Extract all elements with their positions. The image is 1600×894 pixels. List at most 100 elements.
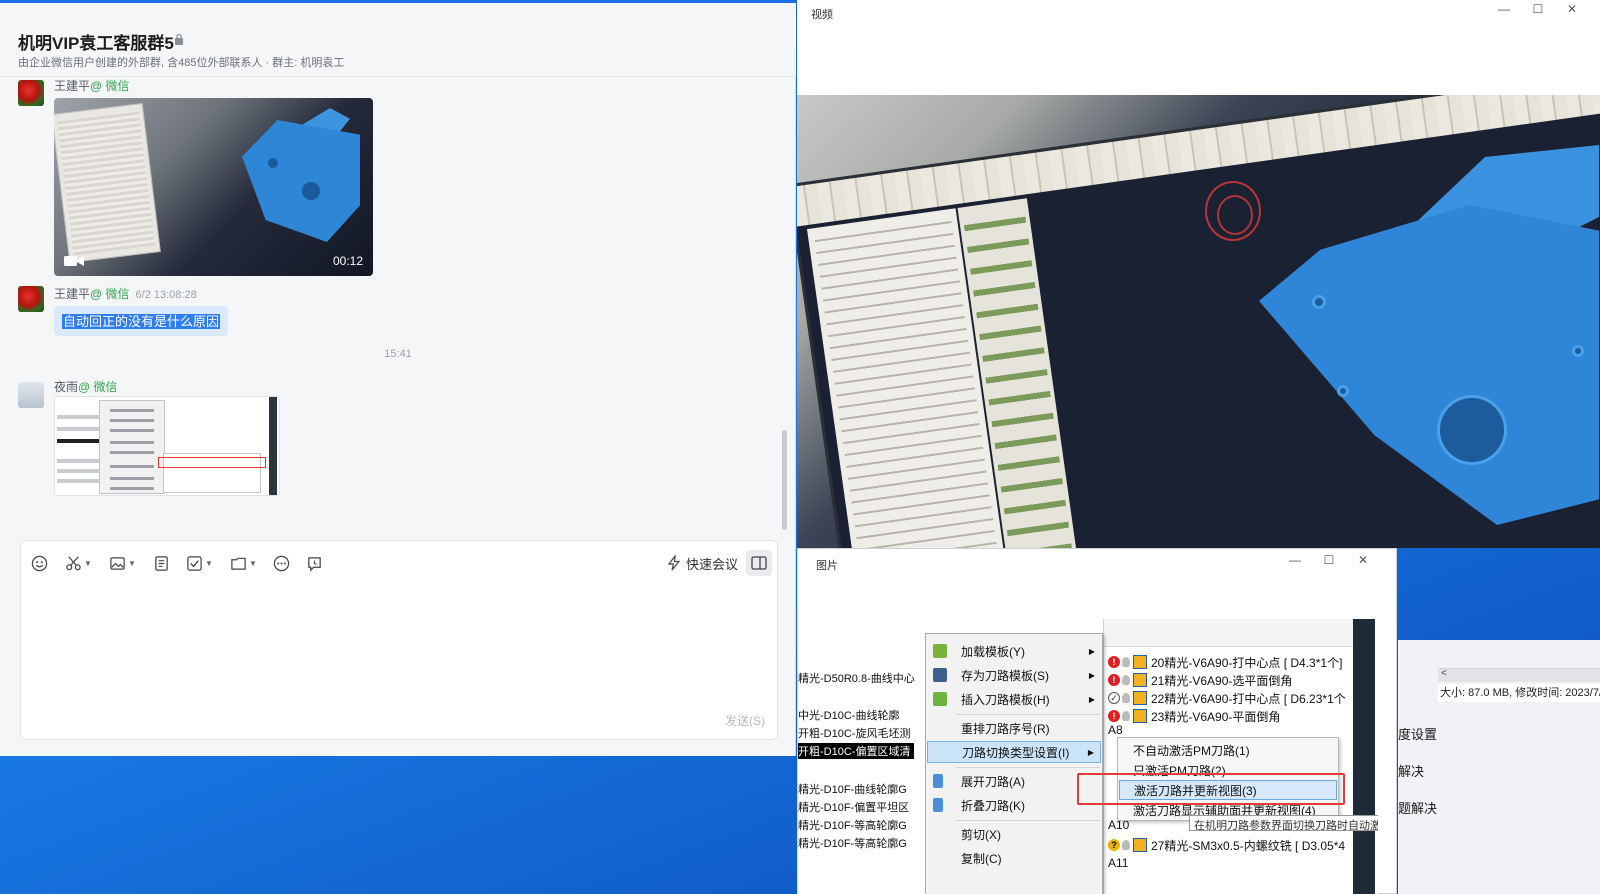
- avatar[interactable]: [18, 382, 44, 408]
- red-highlight-box: [1077, 773, 1345, 805]
- scroll-left-arrow[interactable]: <: [1441, 668, 1447, 679]
- thumb-dark-strip: [269, 397, 277, 495]
- image-content[interactable]: 精光-D50R0.8-曲线中心 中光-D10C-曲线轮廓 开粗-D10C-旋风毛…: [798, 619, 1378, 894]
- menu-item-save-template[interactable]: 存为刀路模板(S) ▶: [927, 664, 1101, 686]
- send-button[interactable]: 发送(S): [725, 712, 765, 729]
- document-button[interactable]: [153, 551, 170, 575]
- submenu-item[interactable]: 不自动激活PM刀路(1): [1119, 740, 1337, 760]
- window-controls: — ☐ ✕: [1278, 551, 1380, 569]
- menu-item-cut[interactable]: 剪切(X): [927, 823, 1101, 845]
- message-list[interactable]: 王建平@ 微信 00:12 王建平@ 微信 6/2 13:08:28 自动回正的没…: [0, 78, 796, 530]
- menu-item-renumber[interactable]: 重排刀路序号(R): [927, 717, 1101, 739]
- lock-icon: [175, 33, 183, 45]
- message-sender: 夜雨@ 微信: [54, 380, 118, 394]
- horizontal-scrollbar[interactable]: [1438, 668, 1600, 682]
- thumb-line: [57, 427, 101, 431]
- cad-panel-thumb: [54, 102, 161, 264]
- menu-item-switch-type[interactable]: 刀路切换类型设置(I) ▶: [927, 741, 1101, 763]
- group-title[interactable]: 机明VIP袁工客服群5: [18, 29, 174, 54]
- scissors-icon: [66, 555, 81, 570]
- toolpath-toolbar: [1104, 619, 1354, 647]
- menu-item-expand[interactable]: 展开刀路(A): [927, 770, 1101, 792]
- tree-item: 中光-D10C-曲线轮廓: [798, 710, 900, 722]
- part-hole: [268, 158, 278, 168]
- folder-button[interactable]: ▼: [230, 551, 257, 575]
- thumb-line: [57, 469, 101, 473]
- menu-item-insert-template[interactable]: 插入刀路模板(H) ▶: [927, 688, 1101, 710]
- group-subtitle: 由企业微信用户创建的外部群, 含485位外部联系人 · 群主: 机明袁工: [18, 57, 345, 69]
- image-button[interactable]: ▼: [109, 551, 136, 575]
- toolpath-row: ✓ 22精光-V6A90-打中心点 [ D6.23*1个: [1108, 689, 1346, 707]
- minimize-button[interactable]: —: [1278, 551, 1312, 569]
- expand-icon: [933, 774, 943, 788]
- toolpath-row: ! 21精光-V6A90-选平面倒角: [1108, 671, 1292, 689]
- video-window-title: 视频: [811, 9, 833, 21]
- avatar[interactable]: [18, 80, 44, 106]
- chat-history-button[interactable]: [306, 551, 323, 575]
- message-sender: 王建平@ 微信: [54, 79, 130, 93]
- chat-header: 机明VIP袁工客服群5 由企业微信用户创建的外部群, 含485位外部联系人 · …: [0, 3, 796, 77]
- image-message[interactable]: [54, 396, 280, 496]
- red-toolpath: [1217, 195, 1253, 235]
- close-button[interactable]: ✕: [1555, 0, 1589, 18]
- checkbox-icon: [187, 555, 202, 571]
- sidebar-toggle-button[interactable]: [746, 550, 772, 576]
- quick-meeting-label: 快速会议: [686, 556, 739, 572]
- part-hole: [1572, 345, 1584, 357]
- avatar[interactable]: [18, 286, 44, 312]
- template-icon: [933, 644, 947, 658]
- video-duration: 00:12: [332, 254, 363, 268]
- minimize-button[interactable]: —: [1487, 0, 1521, 18]
- tree-item: 精光-D10F-等高轮廓G: [798, 838, 907, 850]
- save-icon: [933, 668, 947, 682]
- tree-item-selected: 开粗-D10C-偏置区域清: [798, 743, 915, 759]
- thumb-line: [57, 459, 101, 463]
- maximize-button[interactable]: ☐: [1312, 551, 1346, 569]
- video-message[interactable]: 00:12: [54, 98, 373, 276]
- text-message-bubble[interactable]: 自动回正的没有是什么原因: [54, 306, 229, 336]
- collapse-icon: [933, 798, 943, 812]
- toolpath-row: ! 23精光-V6A90-平面倒角: [1108, 707, 1280, 725]
- more-button[interactable]: [273, 551, 290, 575]
- todo-button[interactable]: ▼: [186, 551, 213, 575]
- close-button[interactable]: ✕: [1346, 551, 1380, 569]
- chat-window: 机明VIP袁工客服群5 由企业微信用户创建的外部群, 含485位外部联系人 · …: [0, 0, 796, 756]
- chat-history-icon: [308, 556, 321, 572]
- message-input-area[interactable]: ▼ ▼ ▼ ▼ 快速会议 发送(S): [20, 540, 778, 740]
- quick-meeting-button[interactable]: 快速会议: [666, 551, 738, 575]
- tooltip: 在机明刀路参数界面切换刀路时自动激: [1189, 815, 1378, 831]
- tree-item: 精光-D50R0.8-曲线中心: [798, 673, 915, 685]
- toolpath-row: A8: [1108, 723, 1123, 737]
- toolpath-row: ? 27精光-SM3x0.5-内螺纹铣 [ D3.05*4: [1108, 836, 1345, 854]
- thumb-line: [57, 479, 101, 483]
- message-sender: 王建平@ 微信 6/2 13:08:28: [54, 287, 197, 301]
- menu-item-copy[interactable]: 复制(C): [927, 847, 1101, 869]
- message-text[interactable]: 自动回正的没有是什么原因: [62, 314, 221, 329]
- context-menu: 加载模板(Y) ▶ 存为刀路模板(S) ▶ 插入刀路模板(H) ▶ 重排刀路序号(R)…: [925, 633, 1103, 894]
- video-window: 视频 — ☐ ✕: [797, 0, 1600, 548]
- menu-item-load-template[interactable]: 加载模板(Y) ▶: [927, 640, 1101, 662]
- emoji-button[interactable]: [31, 551, 48, 575]
- file-info-text: 大小: 87.0 MB, 修改时间: 2023/7/: [1438, 684, 1600, 702]
- image-window-title: 图片: [816, 560, 838, 572]
- screenshot-button[interactable]: ▼: [65, 551, 92, 575]
- split-panel-icon: [751, 556, 767, 570]
- image-window: 图片 — ☐ ✕ 精光-D50R0.8-曲线中心 中光-D10C-曲线轮廓 开粗…: [797, 548, 1397, 894]
- video-player[interactable]: [797, 95, 1600, 548]
- background-item[interactable]: 度设置: [1398, 724, 1437, 743]
- menu-item-collapse[interactable]: 折叠刀路(K): [927, 794, 1101, 816]
- chat-scrollbar[interactable]: [782, 430, 787, 530]
- thumb-highlight-box: [158, 457, 266, 468]
- dark-side-strip: [1353, 619, 1375, 894]
- part-hole: [1337, 385, 1349, 397]
- background-item[interactable]: 解决: [1398, 761, 1424, 780]
- maximize-button[interactable]: ☐: [1521, 0, 1555, 18]
- toolpath-row: ! 20精光-V6A90-打中心点 [ D4.3*1个]: [1108, 653, 1342, 671]
- lightning-icon: [667, 555, 681, 571]
- part-hole: [1312, 295, 1326, 309]
- background-item[interactable]: 题解决: [1398, 798, 1437, 817]
- more-icon: [273, 555, 290, 571]
- part-hole: [302, 182, 320, 200]
- thumb-line: [57, 415, 101, 419]
- tree-item: 精光-D10F-曲线轮廓G: [798, 784, 907, 796]
